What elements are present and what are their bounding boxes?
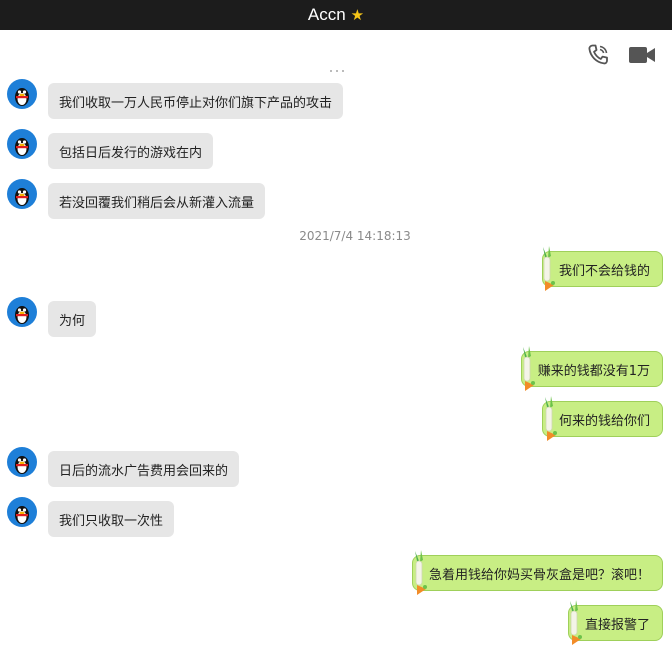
incoming-message: 若没回覆我们稍后会从新灌入流量	[48, 183, 266, 219]
message-text: 为何	[59, 313, 86, 329]
chat-title-bar: Accn ★	[0, 0, 672, 30]
vegetable-bubble-decoration-icon	[543, 246, 555, 291]
vegetable-bubble-decoration-icon	[570, 600, 582, 645]
penguin-avatar-icon	[15, 138, 29, 156]
message-text: 何来的钱给你们	[558, 413, 650, 429]
incoming-message: 我们只收取一次性	[48, 501, 175, 537]
message-text: 我们只收取一次性	[59, 513, 164, 529]
scroll-indicator	[330, 70, 344, 74]
message-text: 赚来的钱都没有1万	[537, 363, 650, 379]
avatar[interactable]	[7, 79, 37, 109]
vegetable-bubble-decoration-icon	[415, 550, 427, 595]
message-text: 包括日后发行的游戏在内	[59, 145, 203, 161]
video-camera-icon[interactable]	[628, 45, 656, 65]
outgoing-message: 我们不会给钱的	[541, 251, 663, 287]
message-text: 若没回覆我们稍后会从新灌入流量	[59, 195, 255, 211]
avatar[interactable]	[7, 129, 37, 159]
chat-title: Accn	[307, 5, 346, 24]
avatar[interactable]	[7, 179, 37, 209]
message-text: 我们不会给钱的	[558, 263, 650, 279]
outgoing-message: 何来的钱给你们	[541, 401, 663, 437]
outgoing-message: 赚来的钱都没有1万	[520, 351, 663, 387]
avatar[interactable]	[7, 447, 37, 477]
incoming-message: 我们收取一万人民币停止对你们旗下产品的攻击	[48, 83, 344, 119]
penguin-avatar-icon	[15, 506, 29, 524]
message-text: 急着用钱给你妈买骨灰盒是吧？滚吧！	[428, 567, 650, 583]
incoming-message: 为何	[48, 301, 97, 337]
outgoing-message: 急着用钱给你妈买骨灰盒是吧？滚吧！	[411, 555, 663, 591]
penguin-avatar-icon	[15, 456, 29, 474]
message-text: 日后的流水广告费用会回来的	[59, 463, 229, 479]
penguin-avatar-icon	[15, 188, 29, 206]
avatar[interactable]	[7, 297, 37, 327]
message-text: 直接报警了	[584, 617, 650, 633]
vegetable-bubble-decoration-icon	[545, 396, 557, 441]
vegetable-bubble-decoration-icon	[523, 346, 535, 391]
message-text: 我们收取一万人民币停止对你们旗下产品的攻击	[59, 95, 333, 111]
phone-icon[interactable]	[586, 43, 610, 67]
incoming-message: 日后的流水广告费用会回来的	[48, 451, 240, 487]
incoming-message: 包括日后发行的游戏在内	[48, 133, 214, 169]
star-icon: ★	[350, 7, 365, 24]
penguin-avatar-icon	[15, 88, 29, 106]
penguin-avatar-icon	[15, 306, 29, 324]
message-timestamp: 2021/7/4 14:18:13	[299, 229, 411, 243]
avatar[interactable]	[7, 497, 37, 527]
